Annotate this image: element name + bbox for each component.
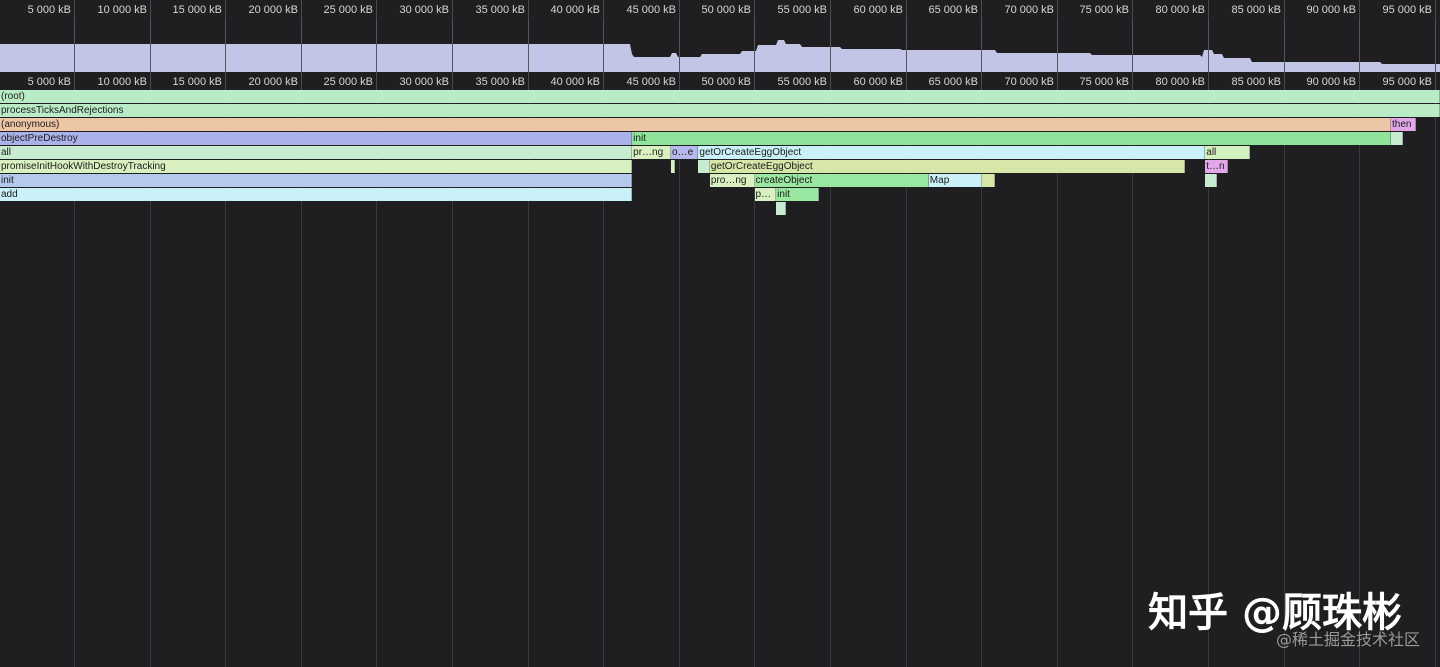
flame-frame[interactable]: getOrCreateEggObject: [709, 160, 1186, 173]
flame-frame[interactable]: all: [0, 146, 633, 159]
top-ruler-tick-label: 75 000 kB: [1079, 4, 1129, 16]
top-ruler-tick-label: 95 000 kB: [1382, 4, 1432, 16]
flame-frame[interactable]: o…e: [671, 146, 699, 159]
top-ruler-tick-label: 90 000 kB: [1306, 4, 1356, 16]
overview-area: [0, 40, 1440, 72]
flame-frame[interactable]: promiseInitHookWithDestroyTracking: [0, 160, 633, 173]
flame-frame[interactable]: init: [776, 188, 820, 201]
flame-frame[interactable]: pro…ng: [709, 174, 755, 187]
bottom-ruler-tick-label: 80 000 kB: [1155, 76, 1205, 88]
top-ruler-tick-label: 25 000 kB: [323, 4, 373, 16]
flame-frame[interactable]: createObject: [754, 174, 929, 187]
top-ruler-tick-label: 10 000 kB: [97, 4, 147, 16]
flame-frame[interactable]: pr…ng: [632, 146, 672, 159]
top-ruler-tick-label: 15 000 kB: [172, 4, 222, 16]
flame-frame[interactable]: [982, 174, 996, 187]
bottom-ruler-tick-label: 5 000 kB: [27, 76, 71, 88]
flame-frame[interactable]: p…: [754, 188, 777, 201]
flame-frame[interactable]: all: [1205, 146, 1250, 159]
top-ruler-tick-label: 80 000 kB: [1155, 4, 1205, 16]
bottom-ruler-tick-label: 35 000 kB: [475, 76, 525, 88]
flame-frame[interactable]: objectPreDestroy: [0, 132, 633, 145]
top-ruler-tick-label: 40 000 kB: [550, 4, 600, 16]
flame-frame[interactable]: [1391, 132, 1403, 145]
top-ruler-tick: [1435, 0, 1436, 20]
bottom-ruler-tick-label: 95 000 kB: [1382, 76, 1432, 88]
flame-frame[interactable]: then: [1391, 118, 1416, 131]
flame-frame[interactable]: [776, 202, 787, 215]
bottom-ruler-tick-label: 40 000 kB: [550, 76, 600, 88]
top-ruler: 5 000 kB 10 000 kB 15 000 kB 20 000 kB 25 00…: [0, 0, 1440, 20]
top-ruler-tick-label: 45 000 kB: [626, 4, 676, 16]
bottom-ruler-tick-label: 50 000 kB: [701, 76, 751, 88]
bottom-ruler-tick-label: 60 000 kB: [853, 76, 903, 88]
top-ruler-tick-label: 5 000 kB: [27, 4, 71, 16]
top-ruler-tick-label: 20 000 kB: [248, 4, 298, 16]
bottom-ruler-tick-label: 15 000 kB: [172, 76, 222, 88]
flame-frame[interactable]: [671, 160, 676, 173]
flame-frame[interactable]: [1205, 174, 1217, 187]
bottom-ruler-tick-label: 20 000 kB: [248, 76, 298, 88]
flame-frame[interactable]: init: [632, 132, 1392, 145]
top-ruler-tick-label: 30 000 kB: [399, 4, 449, 16]
flame-frame[interactable]: processTicksAndRejections: [0, 104, 1440, 117]
bottom-ruler-tick-label: 30 000 kB: [399, 76, 449, 88]
flame-frame[interactable]: [698, 160, 710, 173]
flame-frame[interactable]: getOrCreateEggObject: [698, 146, 1206, 159]
flame-frame[interactable]: Map: [928, 174, 983, 187]
bottom-ruler-tick-label: 25 000 kB: [323, 76, 373, 88]
memory-overview-graph[interactable]: [0, 20, 1440, 72]
bottom-ruler-tick-label: 65 000 kB: [928, 76, 978, 88]
top-ruler-tick-label: 70 000 kB: [1004, 4, 1054, 16]
flame-frame[interactable]: (root): [0, 90, 1440, 103]
overview-area-chart: [0, 20, 1440, 72]
top-ruler-tick-label: 50 000 kB: [701, 4, 751, 16]
watermark-subtext: @稀土掘金技术社区: [1275, 630, 1420, 649]
bottom-ruler-tick: [1435, 72, 1436, 90]
bottom-ruler-tick-label: 85 000 kB: [1231, 76, 1281, 88]
bottom-ruler-tick-label: 90 000 kB: [1306, 76, 1356, 88]
top-ruler-tick-label: 60 000 kB: [853, 4, 903, 16]
bottom-ruler-tick-label: 10 000 kB: [97, 76, 147, 88]
bottom-ruler-tick-label: 75 000 kB: [1079, 76, 1129, 88]
bottom-ruler: 5 000 kB 10 000 kB 15 000 kB 20 000 kB 25 00…: [0, 72, 1440, 90]
flame-frame[interactable]: add: [0, 188, 633, 201]
top-ruler-tick-label: 65 000 kB: [928, 4, 978, 16]
top-ruler-tick-label: 55 000 kB: [777, 4, 827, 16]
bottom-ruler-tick-label: 55 000 kB: [777, 76, 827, 88]
bottom-ruler-tick-label: 45 000 kB: [626, 76, 676, 88]
flame-frame[interactable]: t…n: [1205, 160, 1229, 173]
flame-frame[interactable]: (anonymous): [0, 118, 1392, 131]
bottom-ruler-tick-label: 70 000 kB: [1004, 76, 1054, 88]
flame-frame[interactable]: init: [0, 174, 633, 187]
top-ruler-tick-label: 35 000 kB: [475, 4, 525, 16]
top-ruler-tick-label: 85 000 kB: [1231, 4, 1281, 16]
